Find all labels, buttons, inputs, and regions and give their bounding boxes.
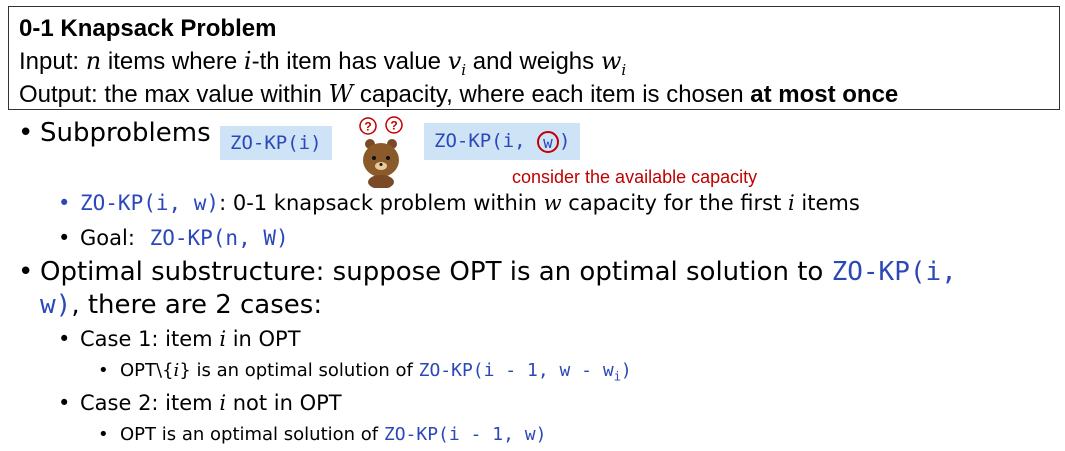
input-line: Input: n items where i-th item has value… — [19, 47, 626, 79]
output-bold: at most once — [750, 81, 899, 108]
circled-w: w — [536, 130, 559, 153]
capacity-annotation: consider the available capacity — [512, 167, 758, 187]
def-text: : 0-1 knapsack problem within — [219, 191, 544, 215]
case1-detail: • OPT\{i} is an optimal solution of ZO-KP… — [98, 360, 632, 384]
question-mark-1: ? — [364, 120, 371, 134]
optimal-substructure-line1: • Optimal substructure: suppose OPT is an… — [18, 257, 957, 287]
math-i: i — [243, 47, 252, 75]
input-text: and weighs — [466, 48, 601, 75]
problem-definition-box: 0-1 Knapsack Problem Input: n items wher… — [8, 6, 1060, 110]
math-i: i — [788, 191, 795, 215]
opt-text: , there are 2 cases: — [71, 290, 323, 320]
opt-code: w) — [40, 290, 72, 320]
case1-detail-text: OPT\{ — [120, 360, 174, 381]
confused-bear-icon: ? ? — [352, 116, 412, 189]
case1: • Case 1: item i in OPT — [58, 327, 301, 351]
output-text: capacity, where each item is chosen — [353, 81, 751, 108]
input-text: -th item has value — [251, 48, 448, 75]
case2-text: Case 2: item — [80, 391, 220, 415]
math-W: W — [328, 80, 354, 108]
def-text: items — [794, 191, 860, 215]
chip-zo-kp-i-w: ZO-KP(i, w) — [424, 123, 581, 160]
goal-code: ZO-KP(n, W) — [149, 226, 289, 250]
case1-code: ZO-KP(i - 1, w - w — [418, 360, 614, 381]
input-text: items where — [101, 48, 244, 75]
math-w: w — [543, 191, 562, 215]
problem-title: 0-1 Knapsack Problem — [19, 15, 277, 42]
case2-text: not in OPT — [226, 391, 342, 415]
subproblems-label: Subproblems — [40, 118, 211, 148]
case2-detail-text: OPT is an optimal solution of — [120, 424, 384, 445]
chip-code: ) — [558, 130, 571, 152]
question-mark-2: ? — [390, 119, 397, 133]
case1-code-sub: i — [613, 369, 621, 384]
opt-text: Optimal substructure: suppose OPT is an … — [40, 257, 832, 287]
case1-detail-text: } is an optimal solution of — [179, 360, 419, 381]
goal-line: • Goal: ZO-KP(n, W) — [58, 226, 289, 250]
case1-code-end: ) — [620, 360, 632, 381]
goal-label: Goal: — [80, 226, 142, 250]
optimal-substructure-line2: w), there are 2 cases: — [40, 290, 322, 320]
output-text: Output: the max value within — [19, 81, 329, 108]
math-n: n — [85, 47, 102, 75]
case2-detail: • OPT is an optimal solution of ZO-KP(i -… — [98, 424, 547, 445]
subproblem-definition: • ZO-KP(i, w): 0-1 knapsack problem withi… — [58, 191, 860, 215]
input-text: Input: — [19, 48, 86, 75]
case2-code: ZO-KP(i - 1, w) — [383, 424, 547, 445]
chip-code: ZO-KP(i, — [434, 130, 537, 152]
case2: • Case 2: item i not in OPT — [58, 391, 342, 415]
case1-text: Case 1: item — [80, 327, 220, 351]
def-text: capacity for the first — [561, 191, 788, 215]
output-line: Output: the max value within W capacity,… — [19, 80, 898, 109]
subproblems-bullet: • Subproblems — [18, 118, 211, 148]
case1-text: in OPT — [226, 327, 301, 351]
chip-zo-kp-i: ZO-KP(i) — [220, 126, 332, 160]
def-code: ZO-KP(i, w) — [80, 191, 220, 215]
opt-code: ZO-KP(i, — [831, 257, 957, 287]
math-sub: i — [621, 60, 627, 79]
math-w: w — [600, 47, 622, 75]
math-v: v — [447, 47, 462, 75]
